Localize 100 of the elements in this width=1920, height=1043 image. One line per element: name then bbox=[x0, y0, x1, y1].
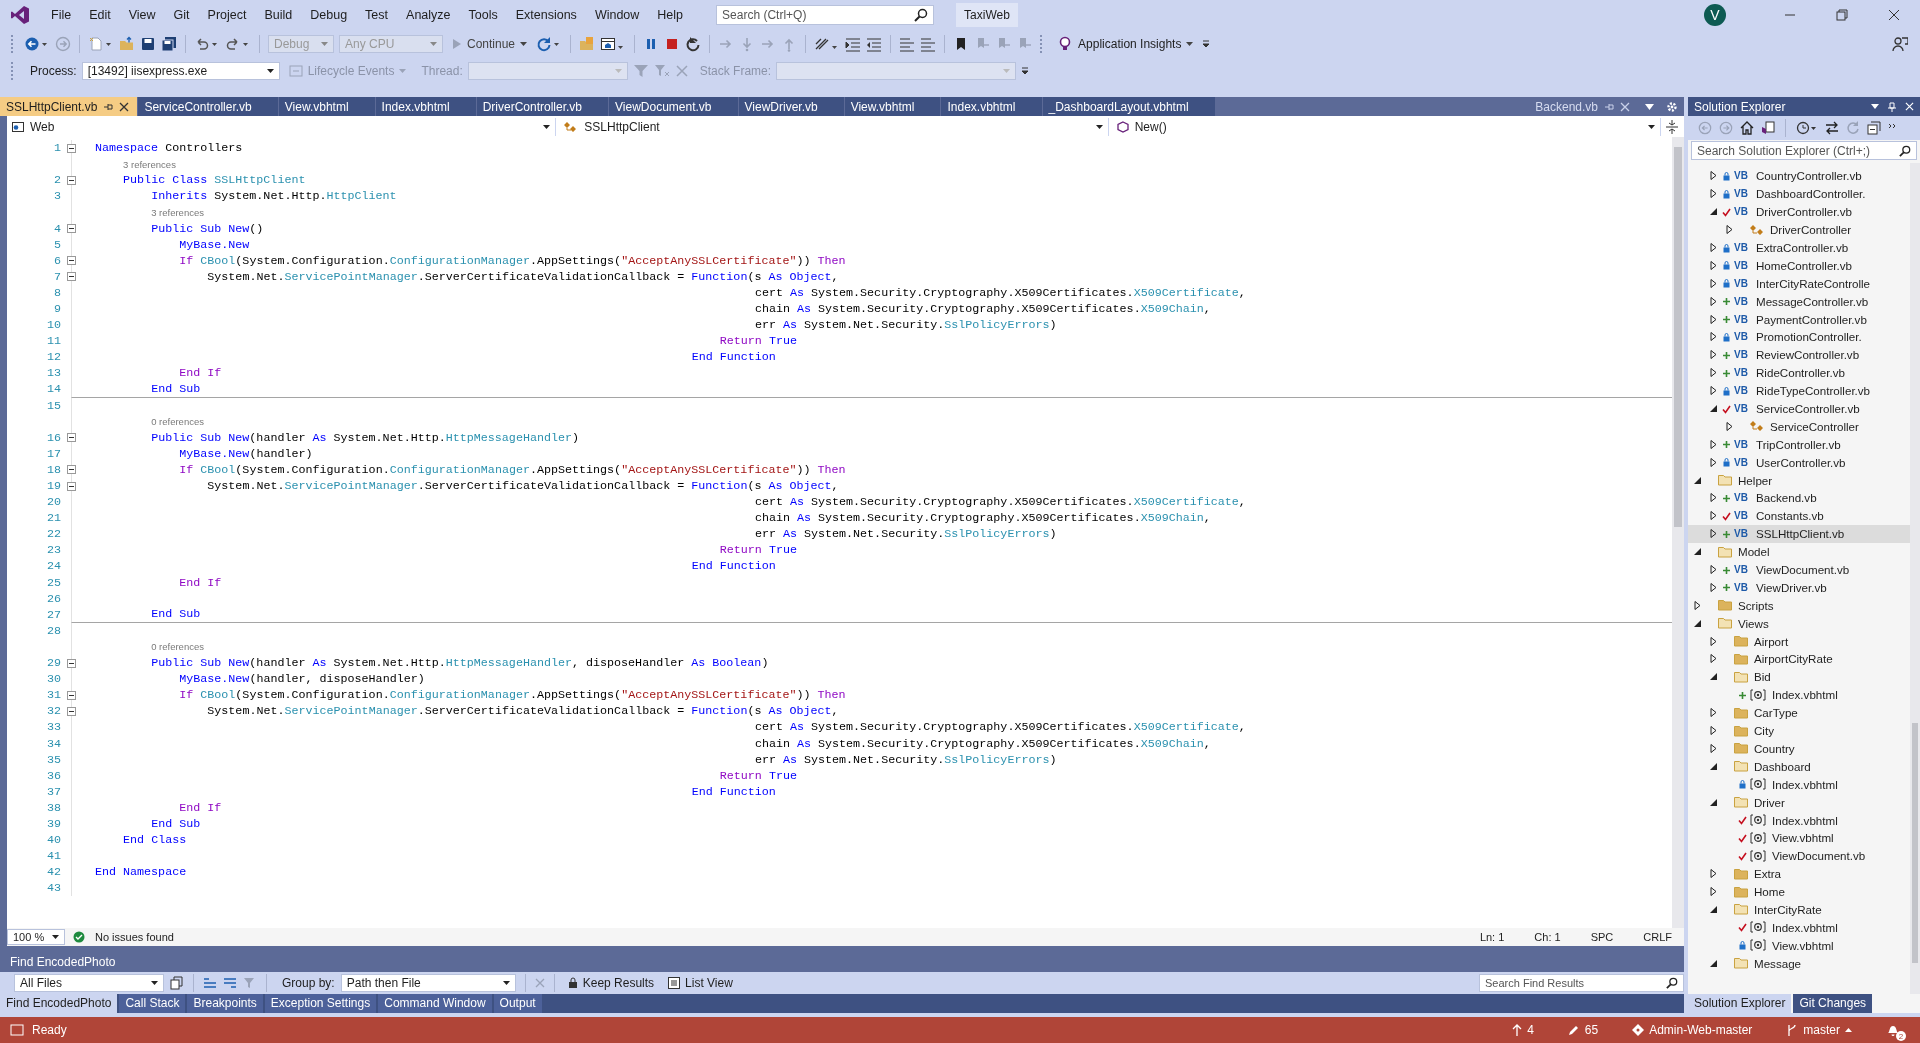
vertical-scrollbar[interactable] bbox=[1672, 137, 1684, 928]
menu-item[interactable]: Extensions bbox=[506, 4, 586, 26]
restore-icon[interactable] bbox=[1836, 9, 1848, 21]
tree-item[interactable]: VB SSLHttpClient.vb bbox=[1688, 524, 1910, 543]
collapse-icon[interactable] bbox=[67, 256, 76, 266]
panel-tab[interactable]: Find EncodedPhoto bbox=[0, 994, 118, 1013]
tree-arrow-icon[interactable] bbox=[1710, 171, 1718, 181]
collapse-icon[interactable] bbox=[67, 690, 76, 700]
document-tab[interactable]: View.vbhtml bbox=[844, 97, 941, 116]
bell-icon[interactable] bbox=[1886, 1023, 1900, 1037]
tree-arrow-icon[interactable] bbox=[1710, 296, 1718, 306]
tree-item[interactable]: AirportCityRate bbox=[1688, 650, 1910, 668]
document-tab[interactable]: Index.vbhtml bbox=[941, 97, 1042, 116]
menu-item[interactable]: File bbox=[42, 4, 81, 26]
vertical-scrollbar[interactable] bbox=[1910, 163, 1920, 994]
caret-icon[interactable] bbox=[1871, 104, 1879, 109]
collapse-icon[interactable] bbox=[67, 224, 76, 233]
tree-item[interactable]: VB RideController.vb bbox=[1688, 363, 1910, 382]
outdent-icon[interactable] bbox=[866, 36, 883, 52]
tree-arrow-icon[interactable] bbox=[1710, 511, 1718, 521]
new-item-icon[interactable] bbox=[88, 36, 114, 52]
tree-item[interactable]: CarType bbox=[1688, 703, 1910, 722]
push-button[interactable]: 4 bbox=[1508, 1021, 1538, 1039]
save-icon[interactable] bbox=[140, 36, 156, 52]
history-icon[interactable] bbox=[1796, 121, 1818, 135]
tree-arrow-icon[interactable] bbox=[1710, 904, 1718, 914]
tree-arrow-icon[interactable] bbox=[1710, 386, 1718, 396]
split-window-icon[interactable] bbox=[1666, 119, 1678, 134]
keep-results-button[interactable]: Keep Results bbox=[563, 974, 659, 992]
tree-arrow-icon[interactable] bbox=[1726, 421, 1734, 431]
tab-list-caret-icon[interactable] bbox=[1645, 103, 1654, 110]
tree-arrow-icon[interactable] bbox=[1710, 529, 1718, 539]
menu-item[interactable]: Edit bbox=[80, 4, 120, 26]
tree-arrow-icon[interactable] bbox=[1710, 493, 1718, 503]
tree-item[interactable]: Index.vbhtml bbox=[1688, 918, 1910, 937]
overflow-icon[interactable] bbox=[1021, 65, 1030, 77]
tree-item[interactable]: Bid bbox=[1688, 667, 1910, 686]
tree-arrow-icon[interactable] bbox=[1710, 189, 1718, 199]
tree-item[interactable]: Model bbox=[1688, 542, 1910, 561]
tree-item[interactable]: VB PaymentController.vb bbox=[1688, 310, 1910, 328]
document-tab[interactable]: _DashboardLayout.vbhtml bbox=[1042, 97, 1215, 116]
issues-status[interactable]: No issues found bbox=[95, 931, 174, 943]
tree-item[interactable]: Extra bbox=[1688, 864, 1910, 883]
tree-arrow-icon[interactable] bbox=[1694, 600, 1702, 610]
home-icon[interactable] bbox=[1740, 121, 1754, 135]
repository-button[interactable]: Admin-Web-master bbox=[1628, 1021, 1757, 1039]
menu-item[interactable]: Analyze bbox=[397, 4, 460, 26]
tree-item[interactable]: Country bbox=[1688, 739, 1910, 758]
copy-icon[interactable] bbox=[170, 976, 184, 990]
next-result-icon[interactable] bbox=[223, 976, 237, 990]
previous-result-icon[interactable] bbox=[203, 976, 217, 990]
menu-item[interactable]: Debug bbox=[301, 4, 357, 26]
document-tab[interactable]: View.vbhtml bbox=[278, 97, 375, 116]
tree-arrow-icon[interactable] bbox=[1710, 314, 1718, 324]
tree-arrow-icon[interactable] bbox=[1710, 672, 1718, 682]
tree-arrow-icon[interactable] bbox=[1710, 708, 1718, 718]
tree-item[interactable]: Index.vbhtml bbox=[1688, 685, 1910, 704]
menu-item[interactable]: Tools bbox=[459, 4, 507, 26]
uncomment-icon[interactable] bbox=[920, 36, 937, 52]
tree-item[interactable]: VB PromotionController. bbox=[1688, 328, 1910, 346]
document-tab[interactable]: Index.vbhtml bbox=[375, 97, 476, 116]
overflow-icon[interactable] bbox=[1202, 38, 1211, 50]
references-link[interactable]: 3 references bbox=[123, 158, 176, 170]
tree-arrow-icon[interactable] bbox=[1710, 582, 1718, 592]
references-link[interactable]: 3 references bbox=[151, 206, 204, 218]
tree-item[interactable]: Home bbox=[1688, 882, 1910, 901]
tree-arrow-icon[interactable] bbox=[1710, 958, 1718, 968]
restart-icon[interactable] bbox=[685, 36, 702, 52]
tree-arrow-icon[interactable] bbox=[1710, 869, 1718, 879]
menu-item[interactable]: View bbox=[119, 4, 165, 26]
tree-item[interactable]: VB RideTypeController.vb bbox=[1688, 381, 1910, 400]
tree-arrow-icon[interactable] bbox=[1710, 636, 1718, 646]
indent-icon[interactable] bbox=[845, 36, 862, 52]
collapse-icon[interactable] bbox=[67, 658, 76, 668]
account-avatar[interactable]: V bbox=[1704, 4, 1726, 26]
back-icon[interactable] bbox=[24, 36, 50, 52]
tree-arrow-icon[interactable] bbox=[1710, 332, 1718, 342]
tree-arrow-icon[interactable] bbox=[1710, 278, 1718, 288]
switch-views-icon[interactable] bbox=[1761, 121, 1775, 135]
tree-arrow-icon[interactable] bbox=[1710, 404, 1718, 413]
changes-button[interactable]: 65 bbox=[1563, 1021, 1603, 1039]
menu-item[interactable]: Project bbox=[198, 4, 256, 26]
tree-item[interactable]: VB ViewDocument.vb bbox=[1688, 560, 1910, 579]
collapse-icon[interactable] bbox=[67, 433, 76, 443]
tree-item[interactable]: Dashboard bbox=[1688, 757, 1910, 776]
tree-item[interactable]: City bbox=[1688, 721, 1910, 740]
process-dropdown[interactable]: [13492] iisexpress.exe bbox=[81, 62, 280, 80]
tree-item[interactable]: View.vbhtml bbox=[1688, 936, 1910, 955]
tree-item[interactable]: ViewDocument.vb bbox=[1688, 846, 1910, 865]
tree-item[interactable]: VB TripController.vb bbox=[1688, 435, 1910, 454]
tree-item[interactable]: Views bbox=[1688, 614, 1910, 633]
tree-item[interactable]: VB MessageController.vb bbox=[1688, 292, 1910, 311]
panel-tab[interactable]: Command Window bbox=[378, 994, 492, 1013]
tree-arrow-icon[interactable] bbox=[1710, 457, 1718, 467]
group-by-dropdown[interactable]: Path then File bbox=[340, 974, 516, 992]
branch-button[interactable]: master bbox=[1782, 1021, 1856, 1039]
tree-item[interactable]: VB Constants.vb bbox=[1688, 506, 1910, 525]
document-tab[interactable]: ViewDriver.vb bbox=[738, 97, 844, 116]
tree-arrow-icon[interactable] bbox=[1710, 565, 1718, 575]
panel-tab[interactable]: Breakpoints bbox=[187, 994, 263, 1013]
